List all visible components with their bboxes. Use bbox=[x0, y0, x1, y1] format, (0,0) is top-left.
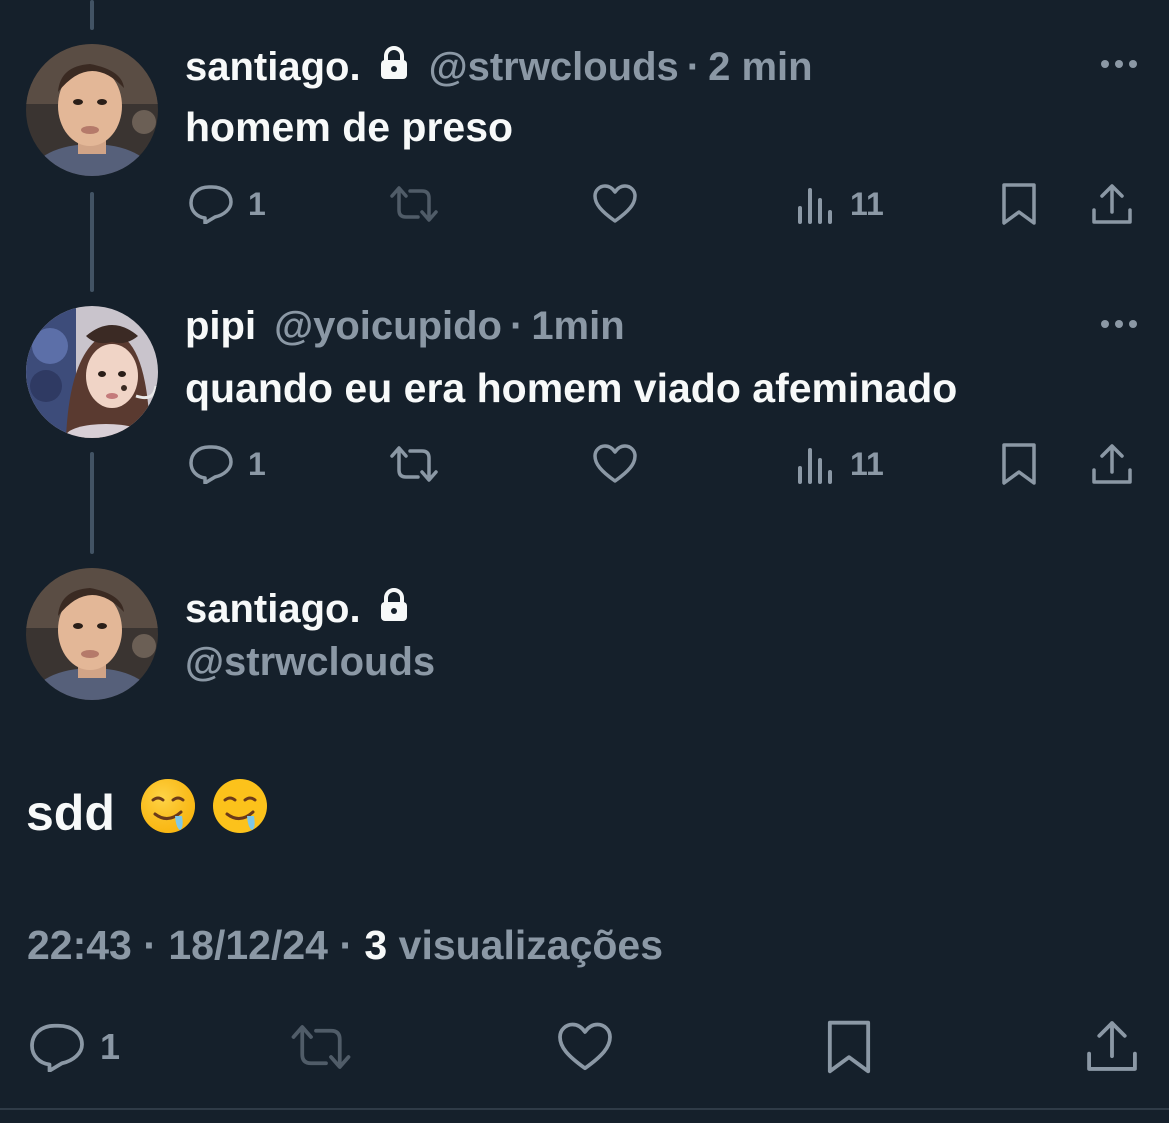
tweet-text: quando eu era homem viado afeminado bbox=[185, 365, 958, 411]
more-options-icon[interactable] bbox=[1101, 320, 1137, 328]
tweet-meta: 22:43 · 18/12/24 · 3 visualizações bbox=[27, 922, 663, 969]
like-icon bbox=[593, 184, 637, 223]
reply-button[interactable]: 1 bbox=[28, 1022, 120, 1072]
like-icon bbox=[558, 1022, 612, 1071]
views-count: 11 bbox=[850, 185, 884, 222]
views-count: 11 bbox=[850, 445, 884, 482]
views-icon bbox=[798, 188, 832, 224]
tweet-text: sdd bbox=[26, 785, 115, 841]
tweet-text: homem de preso bbox=[185, 104, 514, 150]
share-button[interactable] bbox=[1084, 1018, 1140, 1074]
retweet-button[interactable] bbox=[388, 444, 440, 484]
thread-line bbox=[90, 192, 94, 292]
reply-icon bbox=[189, 185, 233, 224]
separator: · bbox=[509, 304, 524, 348]
timestamp[interactable]: 2 min bbox=[708, 47, 812, 87]
tweet-header: santiago. bbox=[185, 588, 429, 629]
share-button[interactable] bbox=[1090, 442, 1134, 486]
like-button[interactable] bbox=[556, 1022, 614, 1072]
thread-line bbox=[90, 452, 94, 554]
share-icon bbox=[1092, 444, 1132, 484]
separator: · bbox=[143, 922, 157, 968]
retweet-button[interactable] bbox=[288, 1022, 354, 1072]
tweet-header: pipi @yoicupido · 1min bbox=[185, 306, 625, 346]
bookmark-button[interactable] bbox=[1001, 182, 1037, 226]
bookmark-icon bbox=[1002, 183, 1036, 225]
main-tweet-text: sdd bbox=[26, 778, 269, 848]
thread-line bbox=[90, 0, 94, 30]
bookmark-icon bbox=[827, 1020, 871, 1074]
handle[interactable]: @strwclouds bbox=[185, 642, 435, 682]
reply-button[interactable]: 1 bbox=[188, 444, 266, 484]
lock-icon bbox=[379, 46, 409, 87]
reply-button[interactable]: 1 bbox=[188, 184, 266, 224]
reply-count: 1 bbox=[248, 185, 266, 222]
reply-count: 1 bbox=[248, 445, 266, 482]
like-icon bbox=[593, 444, 637, 483]
retweet-button[interactable] bbox=[388, 184, 440, 224]
divider bbox=[0, 1108, 1169, 1110]
views-button[interactable]: 11 bbox=[796, 184, 884, 224]
views-count: 3 bbox=[364, 922, 388, 968]
avatar[interactable] bbox=[26, 568, 158, 700]
avatar[interactable] bbox=[26, 306, 158, 438]
reply-count: 1 bbox=[100, 1026, 121, 1067]
tweet-time[interactable]: 22:43 bbox=[27, 922, 132, 968]
views-icon bbox=[798, 448, 832, 484]
display-name[interactable]: pipi bbox=[185, 306, 256, 346]
retweet-icon bbox=[291, 1025, 351, 1069]
retweet-icon bbox=[390, 446, 438, 482]
share-icon bbox=[1092, 184, 1132, 224]
reply-icon bbox=[30, 1023, 84, 1072]
bookmark-button[interactable] bbox=[1001, 442, 1037, 486]
lock-icon bbox=[379, 588, 409, 629]
reply-icon bbox=[189, 445, 233, 484]
handle[interactable]: @strwclouds bbox=[429, 47, 679, 87]
separator: · bbox=[686, 44, 701, 89]
handle[interactable]: @yoicupido bbox=[274, 306, 502, 346]
views-button[interactable]: 11 bbox=[796, 444, 884, 484]
views-label: visualizações bbox=[398, 922, 664, 968]
tweet-header: santiago. @strwclouds · 2 min bbox=[185, 46, 813, 87]
bookmark-icon bbox=[1002, 443, 1036, 485]
retweet-icon bbox=[390, 186, 438, 222]
drooling-face-emoji bbox=[211, 778, 269, 848]
handle-row: @strwclouds bbox=[185, 642, 435, 682]
more-options-icon[interactable] bbox=[1101, 60, 1137, 68]
separator: · bbox=[339, 922, 354, 968]
bookmark-button[interactable] bbox=[826, 1018, 872, 1076]
display-name[interactable]: santiago. bbox=[185, 589, 361, 629]
display-name[interactable]: santiago. bbox=[185, 47, 361, 87]
like-button[interactable] bbox=[592, 184, 638, 224]
like-button[interactable] bbox=[592, 444, 638, 484]
timestamp[interactable]: 1min bbox=[531, 306, 624, 346]
drooling-face-emoji bbox=[139, 778, 197, 848]
avatar[interactable] bbox=[26, 44, 158, 176]
tweet-date[interactable]: 18/12/24 bbox=[168, 922, 328, 968]
share-button[interactable] bbox=[1090, 182, 1134, 226]
share-icon bbox=[1087, 1021, 1137, 1071]
